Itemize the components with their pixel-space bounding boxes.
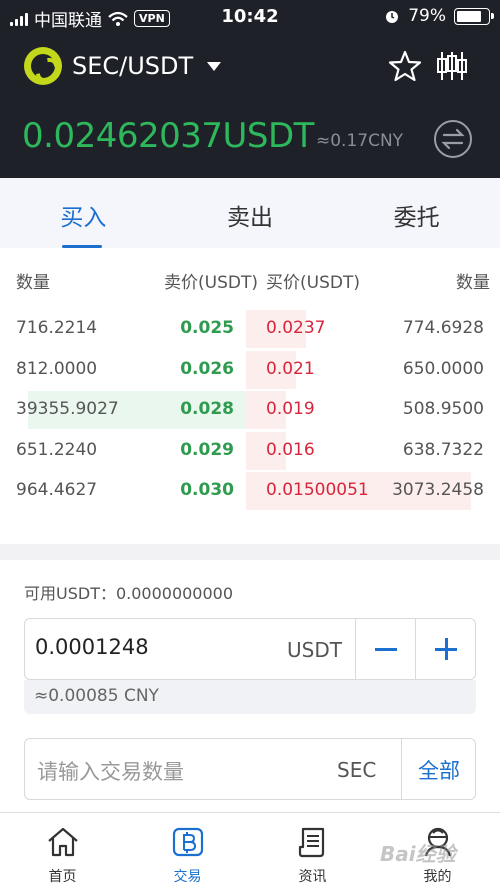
price-input[interactable]: 0.0001248 (35, 635, 149, 659)
trade-icon (172, 827, 203, 857)
watermark: Bai经验 (380, 842, 456, 866)
sell-amount-cell: 39355.9027 (16, 399, 119, 419)
last-price: 0.02462037USDT (22, 116, 314, 156)
buy-amount-cell: 650.0000 (402, 358, 484, 379)
buy-price-cell: 0.01500051 (266, 480, 369, 500)
trade-tabs: 买入 卖出 委托 (0, 178, 500, 248)
buy-amount-cell: 638.7322 (402, 439, 484, 460)
buy-amount-cell: 508.9500 (402, 399, 484, 419)
price-cny-estimate: ≈0.00085 CNY (24, 680, 476, 714)
sell-amount-cell: 716.2214 (16, 318, 98, 338)
battery-percent: 79% (408, 6, 446, 26)
nav-home[interactable]: 首页 (0, 813, 125, 888)
quantity-input[interactable]: 请输入交易数量 (37, 756, 184, 786)
quantity-unit: SEC (337, 758, 377, 782)
sell-price-cell: 0.029 (180, 439, 234, 460)
buy-price-cell: 0.016 (266, 439, 315, 460)
quantity-field: 请输入交易数量 SEC 全部 (24, 738, 476, 800)
buy-form: 可用USDT：0.0000000000 0.0001248 USDT ≈0.00… (0, 560, 500, 812)
order-book-row[interactable]: 716.2214 0.025 0.0237 774.6928 (0, 310, 500, 348)
order-book-row[interactable]: 39355.9027 0.028 0.019 508.9500 (0, 391, 500, 429)
buy-price-cell: 0.019 (266, 399, 315, 419)
price-decrease-button[interactable] (355, 619, 415, 679)
price-increase-button[interactable] (415, 619, 476, 679)
tab-sell[interactable]: 卖出 (167, 178, 334, 248)
sell-amount-header: 数量 (16, 273, 50, 293)
sell-amount-cell: 964.4627 (16, 480, 98, 500)
pair-name: SEC/USDT (72, 52, 194, 80)
price-field: 0.0001248 USDT (24, 618, 476, 680)
buy-price-cell: 0.021 (266, 358, 315, 379)
available-balance: 可用USDT：0.0000000000 (24, 584, 234, 603)
nav-profile-label: 我的 (423, 869, 452, 885)
news-icon (298, 827, 324, 858)
tab-buy[interactable]: 买入 (0, 178, 167, 248)
sell-price-header: 卖价(USDT) (164, 273, 258, 293)
sell-amount-cell: 651.2240 (16, 439, 98, 460)
alarm-icon (386, 11, 399, 23)
buy-amount-cell: 774.6928 (402, 318, 484, 338)
sell-price-cell: 0.025 (180, 318, 234, 338)
buy-price-header: 买价(USDT) (266, 273, 360, 293)
market-header: SEC/USDT 0.02462037USDT ≈0.17CNY (0, 34, 500, 178)
order-book-header: 数量 卖价(USDT) 买价(USDT) 数量 (0, 268, 500, 293)
swap-arrows-icon (441, 128, 465, 150)
buy-price-cell: 0.0237 (266, 318, 326, 338)
quantity-all-button[interactable]: 全部 (401, 739, 476, 799)
nav-trade-label: 交易 (173, 869, 202, 885)
swap-icon[interactable] (434, 120, 472, 158)
sell-price-cell: 0.030 (180, 480, 234, 500)
battery-icon (454, 7, 494, 25)
nav-news[interactable]: 资讯 (250, 813, 375, 888)
star-icon[interactable] (387, 48, 423, 84)
order-book-row[interactable]: 651.2240 0.029 0.016 638.7322 (0, 431, 500, 470)
price-cny: ≈0.17CNY (316, 131, 404, 151)
order-book: 数量 卖价(USDT) 买价(USDT) 数量 716.2214 0.025 0.0… (0, 248, 500, 544)
nav-news-label: 资讯 (298, 869, 327, 885)
sec-logo-icon (24, 47, 62, 85)
caret-down-icon (207, 61, 222, 71)
price-unit: USDT (287, 638, 342, 662)
buy-amount-header: 数量 (456, 273, 490, 293)
order-book-row[interactable]: 964.4627 0.030 0.01500051 3073.2458 (0, 472, 500, 510)
sell-price-cell: 0.028 (180, 399, 234, 419)
order-book-row[interactable]: 812.0000 0.026 0.021 650.0000 (0, 350, 500, 389)
home-icon (47, 827, 78, 857)
nav-trade[interactable]: 交易 (125, 813, 250, 888)
sell-amount-cell: 812.0000 (16, 358, 98, 379)
sell-price-cell: 0.026 (180, 358, 234, 379)
tab-orders[interactable]: 委托 (333, 178, 500, 248)
nav-home-label: 首页 (48, 869, 77, 885)
pair-selector[interactable]: SEC/USDT (24, 47, 222, 85)
buy-amount-cell: 3073.2458 (392, 480, 484, 500)
candlestick-icon[interactable] (434, 48, 470, 84)
status-bar: 中国联通 VPN 10:42 79% (0, 0, 500, 34)
